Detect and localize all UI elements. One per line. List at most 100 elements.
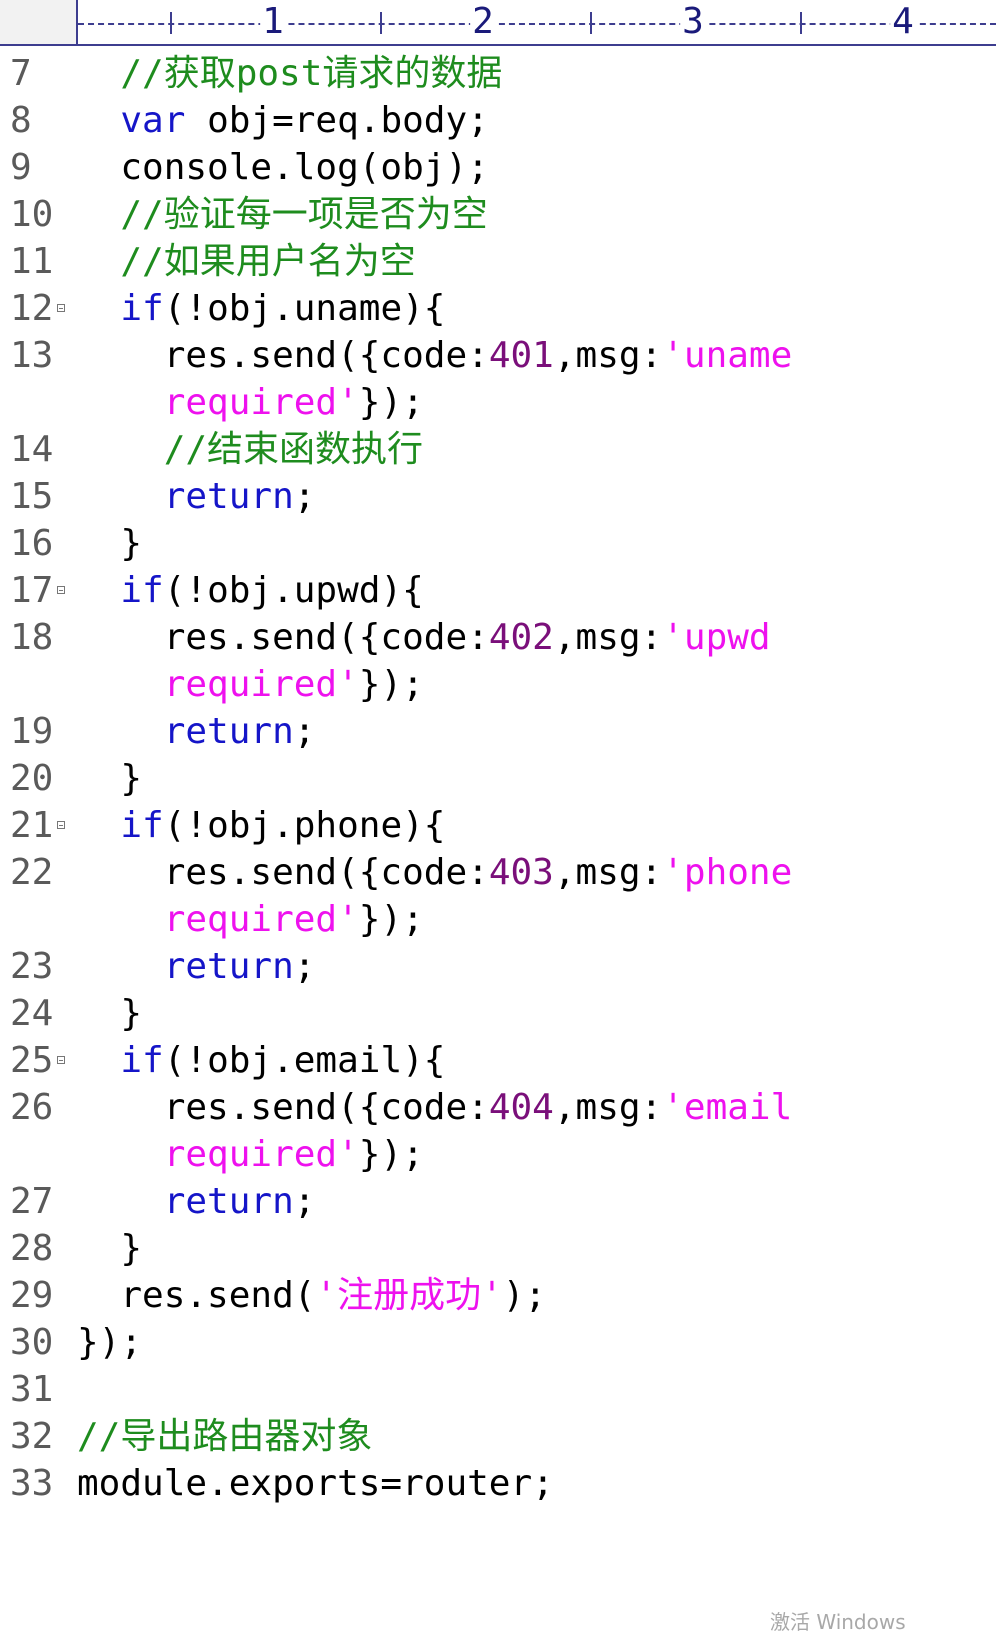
code-text: } xyxy=(77,1225,142,1272)
comment-token: //结束函数执行 xyxy=(163,429,424,470)
line-number: 32 xyxy=(10,1416,54,1457)
code-line: required'}); xyxy=(0,896,996,943)
line-number: 29 xyxy=(10,1275,54,1316)
code-text: //如果用户名为空 xyxy=(77,238,415,285)
code-text: } xyxy=(77,755,142,802)
code-token: console.log(obj); xyxy=(77,147,489,188)
code-token: obj=req.body; xyxy=(185,100,489,141)
code-token: } xyxy=(77,758,143,799)
code-token: ,msg: xyxy=(553,617,663,658)
code-text: }); xyxy=(77,1319,142,1366)
code-line: 14 //结束函数执行 xyxy=(0,426,996,473)
number-token: 403 xyxy=(488,852,554,893)
code-text: //获取post请求的数据 xyxy=(77,50,502,97)
code-token: ; xyxy=(293,946,316,987)
code-line: 24 } xyxy=(0,990,996,1037)
line-number: 19 xyxy=(10,711,54,752)
line-number: 11 xyxy=(10,241,54,282)
code-text: } xyxy=(77,520,142,567)
code-token: (!obj.phone){ xyxy=(163,805,446,846)
keyword-token: return xyxy=(163,1181,294,1222)
line-number: 7 xyxy=(10,53,32,94)
code-text: if(!obj.phone){ xyxy=(77,802,445,849)
line-number: 22 xyxy=(10,852,54,893)
keyword-token: if xyxy=(120,1040,164,1081)
column-ruler: 1 2 3 4 xyxy=(0,0,996,46)
code-text: module.exports=router; xyxy=(77,1460,554,1507)
code-line: 21 if(!obj.phone){ xyxy=(0,802,996,849)
number-token: 401 xyxy=(488,335,554,376)
code-token: ,msg: xyxy=(553,852,663,893)
code-token: }); xyxy=(358,899,424,940)
line-number: 20 xyxy=(10,758,54,799)
code-line: 9 console.log(obj); xyxy=(0,144,996,191)
code-text: var obj=req.body; xyxy=(77,97,489,144)
fold-toggle-icon[interactable] xyxy=(57,821,65,829)
line-number: 14 xyxy=(10,429,54,470)
comment-token: //导出路由器对象 xyxy=(77,1416,373,1457)
code-token: res.send({code: xyxy=(77,617,489,658)
windows-activation-watermark: 激活 Windows xyxy=(770,1610,906,1634)
line-number: 23 xyxy=(10,946,54,987)
code-line: 11 //如果用户名为空 xyxy=(0,238,996,285)
comment-token: //验证每一项是否为空 xyxy=(120,194,488,235)
code-text: res.send({code:401,msg:'uname xyxy=(77,332,793,379)
code-text: required'}); xyxy=(77,896,424,943)
code-line: 8 var obj=req.body; xyxy=(0,97,996,144)
line-number: 28 xyxy=(10,1228,54,1269)
code-line: 29 res.send('注册成功'); xyxy=(0,1272,996,1319)
ruler-column-number: 3 xyxy=(680,0,706,44)
code-line: 15 return; xyxy=(0,473,996,520)
code-line: 17 if(!obj.upwd){ xyxy=(0,567,996,614)
line-number: 13 xyxy=(10,335,54,376)
ruler-column-number: 4 xyxy=(890,0,916,44)
ruler-tick xyxy=(590,12,592,34)
code-token: res.send({code: xyxy=(77,852,489,893)
string-token: 'upwd xyxy=(662,617,771,658)
code-token: ); xyxy=(502,1275,547,1316)
line-number: 10 xyxy=(10,194,54,235)
code-token: }); xyxy=(77,1322,143,1363)
fold-toggle-icon[interactable] xyxy=(57,586,65,594)
code-editor[interactable]: 7 //获取post请求的数据 8 var obj=req.body; 9 cons… xyxy=(0,50,996,1507)
code-token: (!obj.uname){ xyxy=(163,288,446,329)
fold-toggle-icon[interactable] xyxy=(57,1056,65,1064)
code-line: 25 if(!obj.email){ xyxy=(0,1037,996,1084)
code-token: } xyxy=(77,1228,143,1269)
ruler-column-number: 1 xyxy=(260,0,286,44)
code-line: 22 res.send({code:403,msg:'phone xyxy=(0,849,996,896)
string-token: 'email xyxy=(662,1087,793,1128)
string-token: 'uname xyxy=(662,335,793,376)
code-token: (!obj.email){ xyxy=(163,1040,446,1081)
code-line: 16 } xyxy=(0,520,996,567)
code-text: //验证每一项是否为空 xyxy=(77,191,488,238)
keyword-token: return xyxy=(163,946,294,987)
line-number: 9 xyxy=(10,147,32,188)
fold-toggle-icon[interactable] xyxy=(57,304,65,312)
line-number: 16 xyxy=(10,523,54,564)
line-number: 21 xyxy=(10,805,54,846)
code-text: return; xyxy=(77,943,316,990)
code-token: res.send( xyxy=(77,1275,316,1316)
code-token: }); xyxy=(358,382,424,423)
string-token: required' xyxy=(163,382,359,423)
ruler-dashed-line xyxy=(78,23,996,25)
ruler-tick xyxy=(800,12,802,34)
code-line: 13 res.send({code:401,msg:'uname xyxy=(0,332,996,379)
code-line: 32 //导出路由器对象 xyxy=(0,1413,996,1460)
code-token: (!obj.upwd){ xyxy=(163,570,424,611)
code-text: res.send({code:404,msg:'email xyxy=(77,1084,793,1131)
code-line: 12 if(!obj.uname){ xyxy=(0,285,996,332)
string-token: '注册成功' xyxy=(315,1275,503,1316)
code-text: return; xyxy=(77,473,316,520)
